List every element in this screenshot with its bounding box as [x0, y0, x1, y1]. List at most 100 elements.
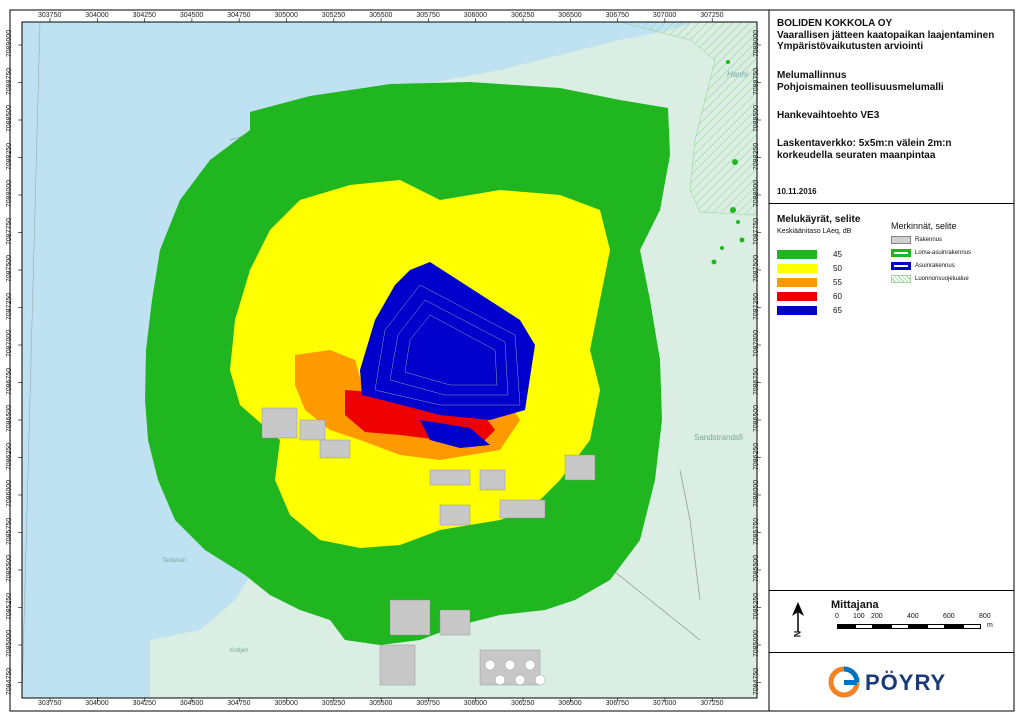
place-label-sandstrand: Sandstrandsfi [694, 433, 743, 442]
y-tick-label-right: 7087750 [753, 217, 761, 245]
x-tick-label-bottom: 304500 [179, 700, 204, 707]
noise-legend-label: 65 [833, 306, 842, 315]
x-tick-label-bottom: 306750 [605, 700, 629, 707]
scale-segment [873, 624, 891, 629]
marking-swatch-nature [891, 275, 911, 283]
x-tick-label-top: 307250 [700, 12, 724, 19]
y-tick-label-left: 7086750 [6, 367, 14, 395]
x-tick-label-bottom: 304000 [85, 700, 109, 707]
marking-swatch-residential [891, 262, 911, 270]
project-subtitle: Ympäristövaikutusten arviointi [777, 41, 924, 52]
x-tick-label-top: 306250 [511, 12, 535, 19]
y-tick-label-left: 7087000 [6, 329, 14, 358]
grid-description-1: Laskentaverkko: 5x5m:n välein 2m:n [777, 138, 952, 149]
marking-label: Asuinrakennus [915, 263, 955, 269]
scale-tick-label: 200 [871, 613, 883, 620]
map-date: 10.11.2016 [777, 187, 817, 196]
poyry-logo-icon [828, 666, 860, 698]
x-tick-label-bottom: 305250 [321, 700, 346, 707]
y-tick-label-left: 7087250 [6, 292, 14, 320]
x-tick-label-bottom: 307250 [700, 700, 724, 707]
x-tick-label-top: 304500 [179, 12, 204, 19]
x-tick-label-top: 306000 [463, 12, 488, 19]
scale-tick-label: 400 [907, 613, 919, 620]
y-tick-label-left: 7086500 [6, 404, 14, 433]
y-tick-label-left: 7088500 [6, 104, 14, 133]
noise-legend-title: Melukäyrät, selite [777, 214, 861, 225]
logo-text: PÖYRY [865, 670, 947, 695]
y-tick-label-right: 7089000 [753, 29, 761, 58]
x-tick-label-top: 304000 [85, 12, 109, 19]
noise-legend-swatch [777, 306, 817, 315]
scale-tick-label: 0 [835, 613, 839, 620]
alternative-label: Hankevaihtoehto VE3 [777, 110, 880, 121]
place-label-kotijen: Kotijen [230, 648, 248, 654]
y-tick-label-left: 7087500 [6, 254, 14, 283]
scale-tick-label: 600 [943, 613, 955, 620]
y-tick-label-left: 7085250 [6, 592, 14, 620]
marking-label: Luonnonsuojelualue [915, 276, 969, 282]
noise-legend-swatch [777, 264, 817, 273]
x-tick-label-bottom: 303750 [38, 700, 62, 707]
noise-legend-label: 45 [833, 250, 842, 259]
place-label-taulukari: Taulukari [162, 558, 186, 564]
marking-label: Rakennus [915, 237, 943, 243]
x-tick-label-top: 306750 [605, 12, 629, 19]
noise-legend-swatch [777, 250, 817, 259]
x-tick-label-top: 305750 [416, 12, 440, 19]
x-tick-label-top: 305000 [274, 12, 298, 19]
x-tick-label-top: 305500 [369, 12, 393, 19]
y-tick-label-left: 7085500 [6, 554, 14, 583]
y-tick-label-right: 7088750 [753, 67, 761, 95]
y-tick-label-right: 7087000 [753, 329, 761, 358]
north-label: N [792, 630, 803, 638]
y-tick-label-left: 7084750 [6, 667, 14, 695]
y-tick-label-right: 7086000 [753, 479, 761, 508]
place-label-hanhi: Hanhi [727, 70, 748, 79]
x-tick-label-top: 304750 [227, 12, 251, 19]
y-tick-label-left: 7089000 [6, 29, 14, 58]
y-tick-label-right: 7088000 [753, 179, 761, 208]
x-tick-label-bottom: 305000 [274, 700, 298, 707]
y-tick-label-left: 7088750 [6, 67, 14, 95]
scale-segment [837, 624, 855, 629]
scale-segment [945, 624, 963, 629]
y-tick-label-right: 7086750 [753, 367, 761, 395]
y-tick-label-right: 7087500 [753, 254, 761, 283]
info-panel: BOLIDEN KOKKOLA OY Vaarallisen jätteen k… [769, 10, 1014, 711]
scale-unit: m [987, 622, 993, 629]
y-tick-label-left: 7086000 [6, 479, 14, 508]
y-tick-label-right: 7085500 [753, 554, 761, 583]
y-tick-label-right: 7087250 [753, 292, 761, 320]
grid-description-2: korkeudella seuraten maanpintaa [777, 150, 936, 161]
scale-tick-label: 800 [979, 613, 991, 620]
scale-segment [927, 624, 945, 629]
y-tick-label-right: 7086250 [753, 442, 761, 470]
y-tick-label-left: 7088000 [6, 179, 14, 208]
company-name: BOLIDEN KOKKOLA OY [777, 18, 893, 29]
noise-legend-label: 60 [833, 292, 842, 301]
model-title: Melumallinnus [777, 70, 847, 81]
y-tick-label-right: 7085250 [753, 592, 761, 620]
y-tick-label-right: 7084750 [753, 667, 761, 695]
x-tick-label-bottom: 304250 [132, 700, 156, 707]
y-tick-label-right: 7085750 [753, 517, 761, 545]
y-tick-label-right: 7085000 [753, 629, 761, 658]
project-title: Vaarallisen jätteen kaatopaikan laajenta… [777, 30, 995, 41]
x-tick-label-bottom: 306500 [558, 700, 582, 707]
y-tick-label-right: 7088250 [753, 142, 761, 170]
x-tick-label-top: 303750 [38, 12, 62, 19]
x-tick-label-top: 307000 [652, 12, 677, 19]
scale-title: Mittajana [831, 599, 879, 611]
marking-label: Loma-asuinrakennus [915, 250, 972, 256]
x-tick-label-top: 304250 [132, 12, 156, 19]
scale-segment [855, 624, 873, 629]
x-tick-label-bottom: 304750 [227, 700, 251, 707]
y-tick-label-left: 7085000 [6, 629, 14, 658]
y-tick-label-left: 7087750 [6, 217, 14, 245]
marking-swatch-building [891, 236, 911, 244]
poyry-logo: PÖYRY [827, 665, 967, 699]
x-tick-label-bottom: 306250 [511, 700, 535, 707]
x-tick-label-bottom: 305750 [416, 700, 440, 707]
y-tick-label-right: 7086500 [753, 404, 761, 433]
